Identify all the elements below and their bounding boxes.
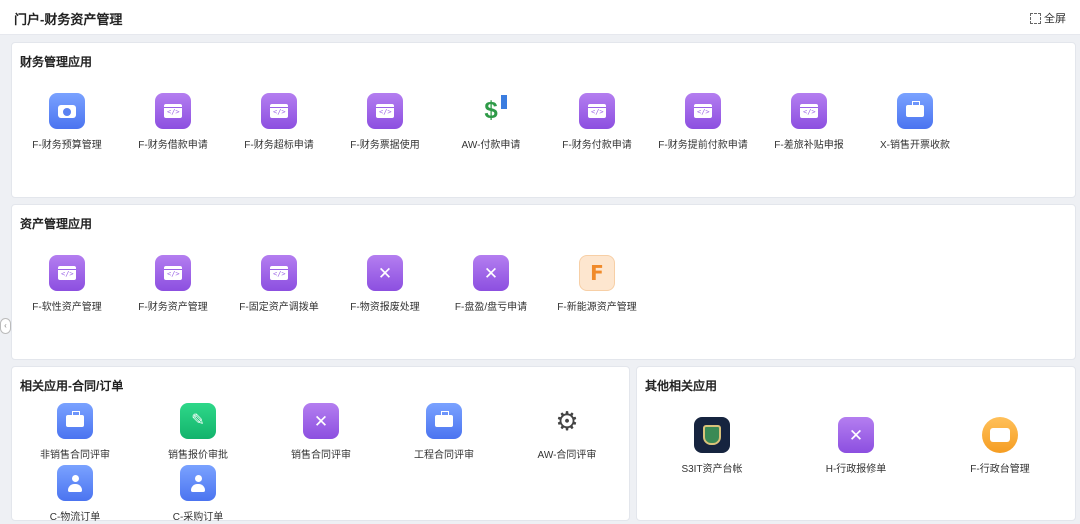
section-title: 资产管理应用 — [20, 217, 93, 231]
other-apps-panel: 其他相关应用 S3IT资产台帐 ✕ H-行政报修单 F-行政台管理 — [636, 366, 1076, 521]
section-title: 相关应用-合同/订单 — [20, 379, 124, 393]
window-code-icon — [155, 93, 191, 129]
app-item[interactable]: $ AW-付款申请 — [436, 93, 546, 151]
pen-icon: ✎ — [180, 403, 216, 439]
tools-icon: ✕ — [473, 255, 509, 291]
app-item[interactable]: F-财务票据使用 — [330, 93, 440, 151]
app-item[interactable]: ✕ F-盘盈/盘亏申请 — [436, 255, 546, 313]
letter-f-icon: F — [579, 255, 615, 291]
app-label: F-物资报废处理 — [350, 302, 420, 313]
app-item[interactable]: F-固定资产调拨单 — [224, 255, 334, 313]
app-item[interactable]: ✕ H-行政报修单 — [801, 417, 911, 475]
app-item[interactable]: F-财务资产管理 — [118, 255, 228, 313]
app-item[interactable]: 工程合同评审 — [389, 403, 499, 461]
app-label: F-财务预算管理 — [32, 140, 102, 151]
card-icon — [982, 417, 1018, 453]
app-item[interactable]: X-销售开票收款 — [860, 93, 970, 151]
app-label: C-采购订单 — [172, 512, 224, 523]
app-label: F-财务超标申请 — [244, 140, 314, 151]
shield-icon — [694, 417, 730, 453]
page-title[interactable]: 门户-财务资产管理 — [14, 9, 122, 28]
app-label: 销售报价审批 — [168, 450, 228, 461]
money-upload-icon: $ — [484, 95, 508, 124]
window-code-icon — [685, 93, 721, 129]
tools-icon: ✕ — [303, 403, 339, 439]
app-label: 工程合同评审 — [414, 450, 474, 461]
window-code-icon — [49, 255, 85, 291]
sidebar-toggle-icon[interactable]: ‹ — [0, 318, 11, 334]
briefcase-icon — [57, 403, 93, 439]
app-label: H-行政报修单 — [825, 464, 887, 475]
contract-apps-panel: 相关应用-合同/订单 非销售合同评审 ✎ 销售报价审批 ✕ 销售合同评审 工程合… — [11, 366, 630, 523]
app-item[interactable]: ⚙ AW-合同评审 — [512, 403, 622, 461]
app-label: F-财务借款申请 — [138, 140, 208, 151]
user-icon — [180, 465, 216, 501]
chevron-down-icon[interactable]: ▼ — [110, 12, 119, 22]
window-code-icon — [261, 93, 297, 129]
app-label: F-固定资产调拨单 — [239, 302, 319, 313]
app-item[interactable]: F-行政台管理 — [945, 417, 1055, 475]
app-item[interactable]: F-财务超标申请 — [224, 93, 334, 151]
app-item[interactable]: C-物流订单 — [20, 465, 130, 523]
app-item[interactable]: F F-新能源资产管理 — [542, 255, 652, 313]
tools-icon: ✕ — [838, 417, 874, 453]
app-item[interactable]: 非销售合同评审 — [20, 403, 130, 461]
window-code-icon — [579, 93, 615, 129]
app-item[interactable]: F-财务借款申请 — [118, 93, 228, 151]
app-label: AW-合同评审 — [537, 450, 597, 461]
app-item[interactable]: F-财务付款申请 — [542, 93, 652, 151]
app-label: C-物流订单 — [49, 512, 101, 523]
app-label: F-盘盈/盘亏申请 — [454, 302, 528, 313]
window-code-icon — [261, 255, 297, 291]
app-item[interactable]: ✕ 销售合同评审 — [266, 403, 376, 461]
window-code-icon — [155, 255, 191, 291]
app-item[interactable]: C-采购订单 — [143, 465, 253, 523]
fullscreen-button[interactable]: 全屏 — [1030, 10, 1066, 26]
top-bar: 门户-财务资产管理 ▼ 全屏 — [0, 0, 1080, 35]
app-label: F-行政台管理 — [970, 464, 1030, 475]
briefcase-icon — [897, 93, 933, 129]
app-item[interactable]: ✎ 销售报价审批 — [143, 403, 253, 461]
app-item[interactable]: F-财务提前付款申请 — [648, 93, 758, 151]
window-code-icon — [791, 93, 827, 129]
section-title: 财务管理应用 — [20, 55, 93, 69]
app-label: F-差旅补贴申报 — [774, 140, 844, 151]
fullscreen-icon — [1030, 12, 1041, 24]
window-code-icon — [367, 93, 403, 129]
user-icon — [57, 465, 93, 501]
briefcase-icon — [426, 403, 462, 439]
finance-apps-panel: 财务管理应用 F-财务预算管理 F-财务借款申请 F-财务超标申请 F-财务票据… — [11, 42, 1076, 198]
app-item[interactable]: F-财务预算管理 — [12, 93, 122, 151]
app-label: F-财务提前付款申请 — [658, 140, 748, 151]
asset-apps-panel: 资产管理应用 F-软性资产管理 F-财务资产管理 F-固定资产调拨单 ✕ F-物… — [11, 204, 1076, 360]
app-label: AW-付款申请 — [461, 140, 521, 151]
app-item[interactable]: F-软性资产管理 — [12, 255, 122, 313]
app-label: F-财务付款申请 — [562, 140, 632, 151]
app-item[interactable]: S3IT资产台帐 — [657, 417, 767, 475]
app-label: F-财务票据使用 — [350, 140, 420, 151]
app-label: X-销售开票收款 — [880, 140, 950, 151]
app-item[interactable]: ✕ F-物资报废处理 — [330, 255, 440, 313]
app-item[interactable]: F-差旅补贴申报 — [754, 93, 864, 151]
app-label: 销售合同评审 — [291, 450, 351, 461]
camera-icon — [49, 93, 85, 129]
gear-document-icon: ⚙ — [555, 406, 579, 436]
section-title: 其他相关应用 — [645, 379, 718, 393]
app-label: F-软性资产管理 — [32, 302, 102, 313]
app-label: S3IT资产台帐 — [681, 464, 743, 475]
fullscreen-label: 全屏 — [1044, 13, 1066, 25]
app-label: 非销售合同评审 — [40, 450, 110, 461]
tools-icon: ✕ — [367, 255, 403, 291]
app-label: F-财务资产管理 — [138, 302, 208, 313]
app-label: F-新能源资产管理 — [557, 302, 637, 313]
